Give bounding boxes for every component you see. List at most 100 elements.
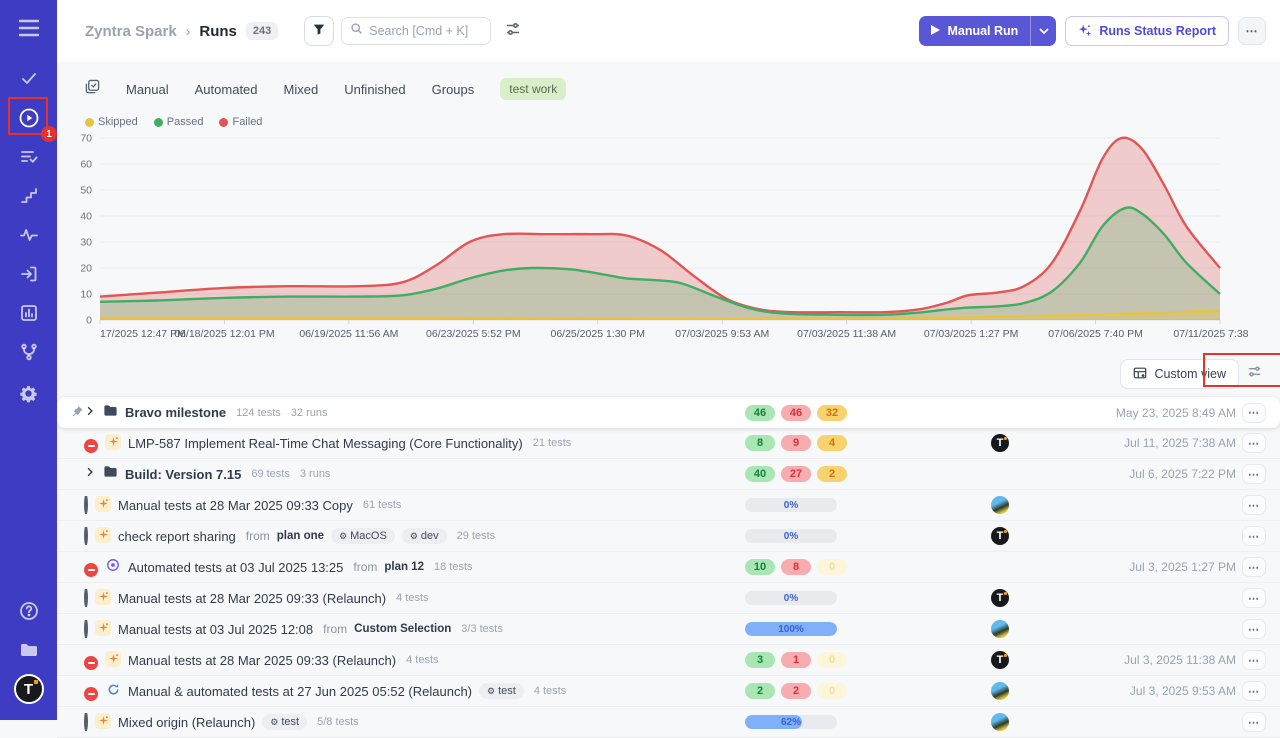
table-row[interactable]: LMP-587 Implement Real-Time Chat Messagi… (57, 428, 1280, 459)
filter-button[interactable] (304, 16, 334, 46)
table-row[interactable]: Manual tests at 03 Jul 2025 12:08fromCus… (57, 614, 1280, 645)
row-more-button[interactable]: ⋯ (1242, 712, 1266, 732)
manual-run-button[interactable]: Manual Run (919, 16, 1056, 46)
assignee-cell (990, 713, 1010, 731)
sidebar-item-steps[interactable] (0, 179, 57, 213)
table-row[interactable]: check report sharingfromplan one⚙MacOS⚙d… (57, 521, 1280, 552)
custom-view-button[interactable]: Custom view (1120, 359, 1239, 389)
tab-groups[interactable]: Groups (432, 82, 475, 97)
sidebar-item-branch[interactable] (0, 335, 57, 369)
from-plan-name[interactable]: plan one (277, 530, 324, 542)
run-meta: 5/8 tests (317, 716, 359, 728)
sidebar-item-help[interactable] (0, 594, 57, 628)
avatar[interactable]: T (991, 527, 1009, 545)
legend-item-skipped: Skipped (85, 116, 138, 128)
folder-icon-wrap (103, 464, 118, 484)
sidebar-item-sign-in[interactable] (0, 257, 57, 291)
row-more-button[interactable]: ⋯ (1242, 464, 1266, 484)
config-chip[interactable]: ⚙MacOS (331, 528, 395, 544)
avatar[interactable] (991, 682, 1009, 700)
run-type (95, 496, 111, 515)
assignee-cell: T (990, 651, 1010, 669)
runs-status-report-button[interactable]: Runs Status Report (1065, 16, 1229, 46)
avatar[interactable]: T (991, 589, 1009, 607)
run-title[interactable]: Manual tests at 28 Mar 2025 09:33 (Relau… (128, 653, 396, 668)
search-box[interactable] (341, 17, 491, 45)
config-chip[interactable]: ⚙dev (402, 528, 447, 544)
sidebar-item-bar-chart[interactable] (0, 296, 57, 330)
expand-chevron[interactable] (84, 404, 96, 422)
config-chip[interactable]: ⚙test (479, 683, 524, 699)
sidebar-item-folder[interactable] (0, 633, 57, 667)
run-title[interactable]: Bravo milestone (125, 405, 226, 420)
sidebar-avatar[interactable]: T (0, 672, 57, 706)
expand-chevron[interactable] (84, 465, 96, 483)
svg-text:20: 20 (80, 263, 92, 275)
run-date: Jul 3, 2025 11:38 AM (1036, 653, 1236, 667)
sidebar-item-check[interactable] (0, 61, 57, 95)
row-more-button[interactable]: ⋯ (1242, 495, 1266, 515)
run-title[interactable]: Build: Version 7.15 (125, 467, 241, 482)
run-title[interactable]: LMP-587 Implement Real-Time Chat Messagi… (128, 436, 523, 451)
select-all-icon[interactable] (85, 79, 100, 99)
run-type (105, 434, 121, 453)
run-title[interactable]: Manual tests at 28 Mar 2025 09:33 Copy (118, 498, 353, 513)
avatar[interactable]: T (991, 651, 1009, 669)
run-title[interactable]: check report sharing (118, 529, 236, 544)
table-row[interactable]: Automated tests at 03 Jul 2025 13:25 from… (57, 552, 1280, 583)
avatar[interactable] (991, 713, 1009, 731)
table-row[interactable]: Mixed origin (Relaunch)⚙test5/8 tests62%… (57, 707, 1280, 738)
row-more-button[interactable]: ⋯ (1242, 526, 1266, 546)
row-more-button[interactable]: ⋯ (1242, 403, 1266, 423)
run-results: 40272 (745, 466, 905, 482)
tab-unfinished[interactable]: Unfinished (344, 82, 405, 97)
tab-automated[interactable]: Automated (195, 82, 258, 97)
env-badge[interactable]: test work (500, 78, 566, 100)
sidebar-item-pulse[interactable] (0, 218, 57, 252)
runs-status-report-label: Runs Status Report (1099, 24, 1216, 38)
sidebar-item-menu[interactable] (0, 11, 57, 45)
run-title[interactable]: Automated tests at 03 Jul 2025 13:25 (128, 560, 343, 575)
row-more-button[interactable]: ⋯ (1242, 681, 1266, 701)
avatar[interactable] (991, 496, 1009, 514)
table-row[interactable]: Manual tests at 28 Mar 2025 09:33 Copy61… (57, 490, 1280, 521)
from-label: from (353, 560, 377, 574)
from-plan-name[interactable]: Custom Selection (354, 623, 451, 635)
manual-run-dropdown[interactable] (1030, 16, 1056, 46)
tab-mixed[interactable]: Mixed (284, 82, 319, 97)
row-menu-cell: ⋯ (1242, 464, 1266, 484)
adjustments-icon[interactable] (505, 21, 521, 42)
run-title[interactable]: Mixed origin (Relaunch) (118, 715, 255, 730)
row-more-button[interactable]: ⋯ (1242, 650, 1266, 670)
sidebar-item-gear[interactable] (0, 376, 57, 410)
table-row[interactable]: Manual & automated tests at 27 Jun 2025 … (57, 676, 1280, 707)
row-more-button[interactable]: ⋯ (1242, 588, 1266, 608)
table-row[interactable]: Bravo milestone124 tests32 runs464632May… (57, 397, 1280, 428)
progress-label: 0% (745, 591, 837, 605)
failed-count-badge: 1 (781, 652, 811, 668)
table-row[interactable]: Manual tests at 28 Mar 2025 09:33 (Relau… (57, 645, 1280, 676)
row-more-button[interactable]: ⋯ (1242, 619, 1266, 639)
breadcrumb-project[interactable]: Zyntra Spark (85, 23, 177, 40)
run-title[interactable]: Manual tests at 28 Mar 2025 09:33 (Relau… (118, 591, 386, 606)
avatar[interactable]: T (991, 434, 1009, 452)
row-more-button[interactable]: ⋯ (1242, 433, 1266, 453)
search-input[interactable] (369, 24, 479, 38)
tab-manual[interactable]: Manual (126, 82, 169, 97)
view-options-icon[interactable] (1247, 364, 1262, 384)
row-main: Manual tests at 28 Mar 2025 09:33 (Relau… (84, 589, 1268, 608)
table-row[interactable]: Manual tests at 28 Mar 2025 09:33 (Relau… (57, 583, 1280, 614)
avatar[interactable] (991, 620, 1009, 638)
config-chip[interactable]: ⚙test (262, 714, 307, 730)
row-more-button[interactable]: ⋯ (1242, 557, 1266, 577)
sidebar-item-list-check[interactable] (0, 140, 57, 174)
run-title[interactable]: Manual tests at 03 Jul 2025 12:08 (118, 622, 313, 637)
run-results: 100% (745, 622, 905, 636)
sign-in-icon (19, 264, 39, 284)
run-type (95, 620, 111, 639)
from-plan-name[interactable]: plan 12 (384, 561, 424, 573)
header-more-button[interactable]: ⋯ (1238, 17, 1266, 45)
run-title[interactable]: Manual & automated tests at 27 Jun 2025 … (128, 684, 472, 699)
run-meta: 4 tests (396, 592, 428, 604)
table-row[interactable]: Build: Version 7.1569 tests3 runs40272Ju… (57, 459, 1280, 490)
